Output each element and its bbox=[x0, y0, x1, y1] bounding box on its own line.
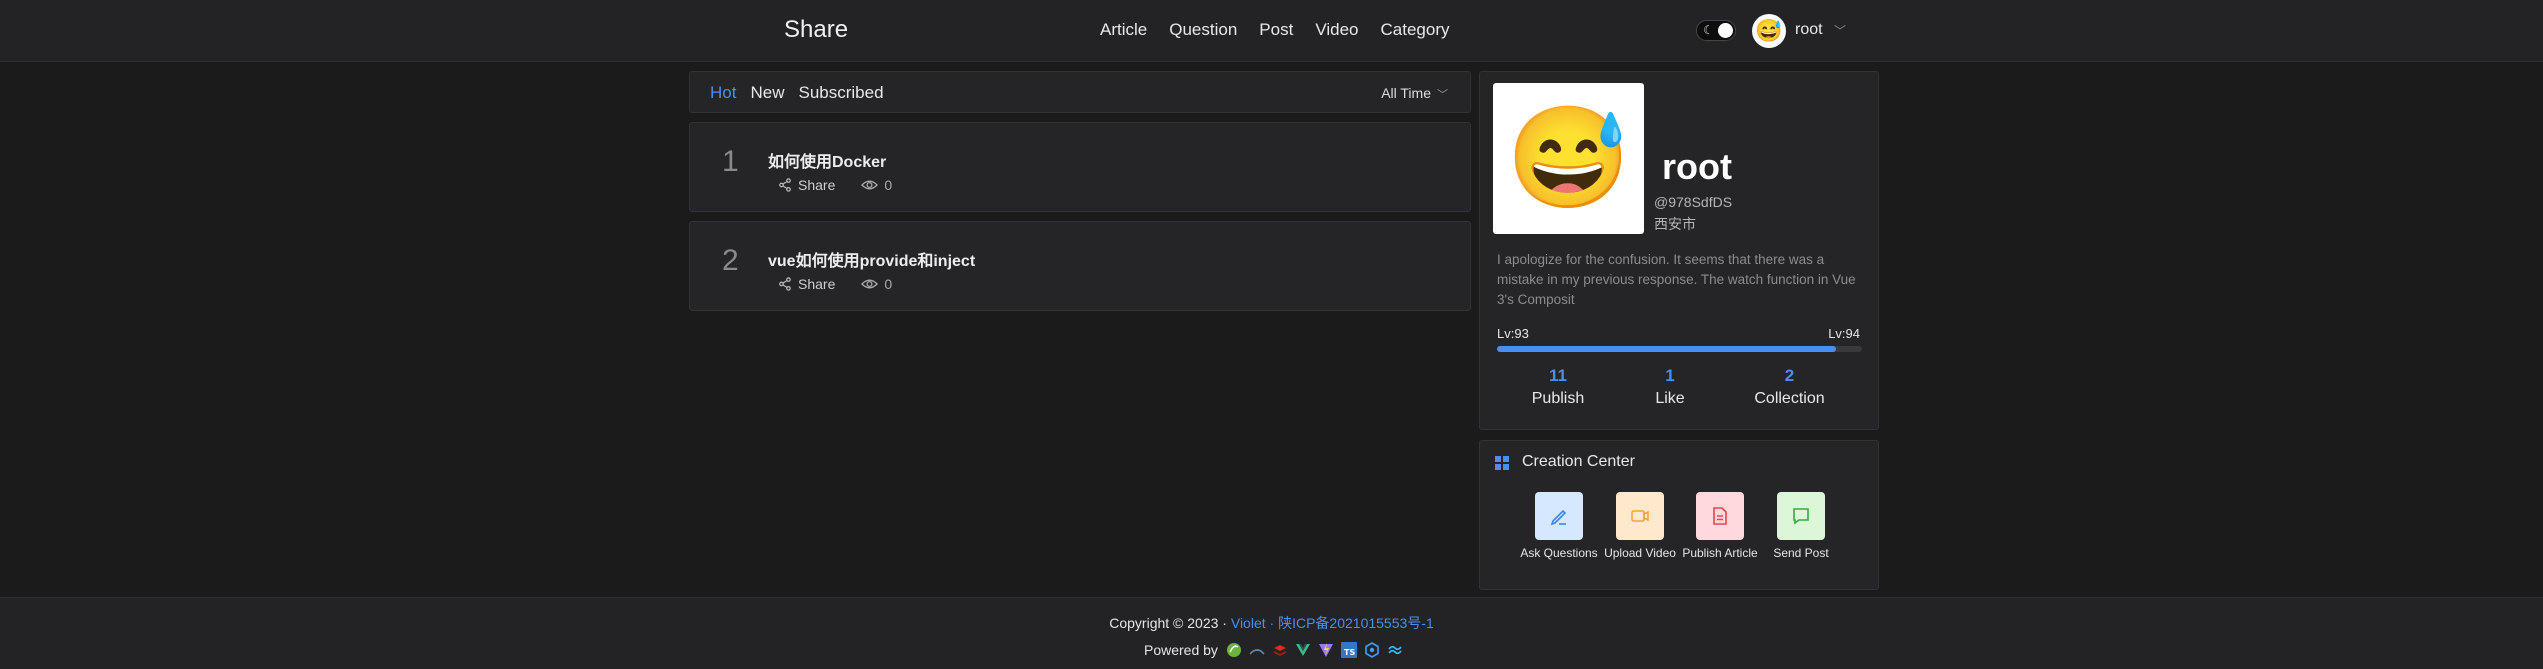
post-meta: Share 0 bbox=[778, 276, 892, 292]
creation-center-title: Creation Center bbox=[1522, 453, 1635, 470]
chevron-down-icon[interactable]: ﹀ bbox=[1834, 22, 1846, 39]
stat-label: Publish bbox=[1531, 390, 1585, 407]
powered-by: Powered by TS bbox=[1144, 642, 1410, 658]
grid-icon bbox=[1495, 456, 1509, 470]
stat-label: Like bbox=[1655, 390, 1685, 407]
stat-publish[interactable]: 11 Publish bbox=[1518, 366, 1598, 408]
eye-icon bbox=[861, 279, 879, 289]
header-username[interactable]: root bbox=[1795, 21, 1823, 39]
nav-category[interactable]: Category bbox=[1381, 20, 1450, 40]
post-rank: 1 bbox=[722, 145, 739, 178]
post-meta: Share 0 bbox=[778, 177, 892, 193]
tool-label: Ask Questions bbox=[1520, 546, 1598, 560]
nav-video[interactable]: Video bbox=[1315, 20, 1358, 40]
element-icon[interactable] bbox=[1364, 642, 1380, 658]
moon-icon: ☾ bbox=[1703, 23, 1714, 37]
svg-text:TS: TS bbox=[1344, 648, 1355, 657]
tab-subscribed[interactable]: Subscribed bbox=[798, 83, 883, 103]
share-button[interactable]: Share bbox=[798, 276, 835, 292]
nav-post[interactable]: Post bbox=[1259, 20, 1293, 40]
tool-label: Send Post bbox=[1773, 546, 1829, 560]
tab-hot[interactable]: Hot bbox=[710, 83, 736, 103]
tool-label: Upload Video bbox=[1604, 546, 1676, 560]
edit-icon bbox=[1535, 492, 1583, 540]
profile-card: 😅 root @978SdfDS 西安市 I apologize for the… bbox=[1479, 71, 1879, 430]
profile-city: 西安市 bbox=[1654, 216, 1696, 232]
vue-icon[interactable] bbox=[1295, 642, 1311, 658]
view-count: 0 bbox=[884, 276, 893, 292]
share-icon[interactable] bbox=[778, 178, 792, 192]
tool-label: Publish Article bbox=[1682, 546, 1758, 560]
main-nav: Article Question Post Video Category bbox=[1100, 20, 1471, 40]
site-logo[interactable]: Share bbox=[784, 16, 848, 44]
post-rank: 2 bbox=[722, 244, 739, 277]
upload-video-button[interactable]: Upload Video bbox=[1600, 492, 1680, 560]
page-footer: Copyright © 2023 · Violet · 陕ICP备2021015… bbox=[0, 597, 2543, 669]
post-card[interactable]: 2 vue如何使用provide和inject Share 0 bbox=[689, 221, 1471, 311]
redis-icon[interactable] bbox=[1272, 642, 1288, 658]
post-filter-bar: Hot New Subscribed All Time ﹀ bbox=[689, 71, 1471, 113]
stat-like[interactable]: 1 Like bbox=[1630, 366, 1710, 408]
icp-link[interactable]: 陕ICP备2021015553号-1 bbox=[1278, 615, 1434, 631]
tailwind-icon[interactable] bbox=[1387, 642, 1403, 658]
mysql-icon[interactable] bbox=[1249, 642, 1265, 658]
profile-handle: @978SdfDS bbox=[1654, 194, 1733, 210]
stat-count: 2 bbox=[1784, 366, 1795, 385]
time-range-select[interactable]: All Time ﹀ bbox=[1381, 85, 1448, 102]
profile-name: root bbox=[1662, 146, 1732, 187]
spring-icon[interactable] bbox=[1226, 642, 1242, 658]
header-avatar[interactable]: 😅 bbox=[1752, 14, 1786, 48]
nav-article[interactable]: Article bbox=[1100, 20, 1147, 40]
share-icon[interactable] bbox=[778, 277, 792, 291]
stat-count: 11 bbox=[1549, 366, 1567, 385]
stat-label: Collection bbox=[1754, 390, 1825, 407]
profile-avatar[interactable]: 😅 bbox=[1493, 83, 1644, 234]
stat-count: 1 bbox=[1665, 366, 1675, 385]
vite-icon[interactable] bbox=[1318, 642, 1334, 658]
video-icon bbox=[1616, 492, 1664, 540]
copyright-line: Copyright © 2023 · Violet · 陕ICP备2021015… bbox=[0, 613, 2543, 633]
typescript-icon[interactable]: TS bbox=[1340, 642, 1357, 658]
send-post-button[interactable]: Send Post bbox=[1761, 492, 1841, 560]
eye-icon bbox=[861, 180, 879, 190]
stat-collection[interactable]: 2 Collection bbox=[1742, 366, 1837, 408]
level-progress-fill bbox=[1497, 346, 1837, 352]
ask-questions-button[interactable]: Ask Questions bbox=[1519, 492, 1599, 560]
separator: · bbox=[1265, 615, 1279, 631]
copyright-text: Copyright © 2023 · bbox=[1109, 615, 1231, 631]
view-count: 0 bbox=[884, 177, 893, 193]
document-icon bbox=[1696, 492, 1744, 540]
level-next: Lv:94 bbox=[1828, 326, 1860, 341]
profile-bio: I apologize for the confusion. It seems … bbox=[1497, 252, 1856, 307]
post-title[interactable]: 如何使用Docker bbox=[768, 148, 886, 172]
creation-center: Creation Center Ask Questions Upload Vid… bbox=[1479, 440, 1879, 590]
time-range-value: All Time bbox=[1381, 85, 1431, 101]
post-title[interactable]: vue如何使用provide和inject bbox=[768, 247, 975, 271]
level-current: Lv:93 bbox=[1497, 326, 1529, 341]
powered-by-label: Powered by bbox=[1144, 642, 1218, 658]
post-card[interactable]: 1 如何使用Docker Share 0 bbox=[689, 122, 1471, 212]
nav-question[interactable]: Question bbox=[1169, 20, 1237, 40]
chat-icon bbox=[1777, 492, 1825, 540]
top-header: Share Article Question Post Video Catego… bbox=[0, 0, 2543, 62]
tab-new[interactable]: New bbox=[750, 83, 784, 103]
publish-article-button[interactable]: Publish Article bbox=[1680, 492, 1760, 560]
dark-mode-toggle[interactable]: ☾ bbox=[1696, 20, 1736, 41]
share-button[interactable]: Share bbox=[798, 177, 835, 193]
tech-logos: TS bbox=[1226, 642, 1410, 658]
chevron-down-icon: ﹀ bbox=[1437, 89, 1448, 101]
level-progress-bar bbox=[1497, 346, 1862, 352]
sort-tabs: Hot New Subscribed bbox=[710, 83, 898, 103]
toggle-knob bbox=[1718, 23, 1733, 38]
site-link[interactable]: Violet bbox=[1231, 615, 1266, 631]
